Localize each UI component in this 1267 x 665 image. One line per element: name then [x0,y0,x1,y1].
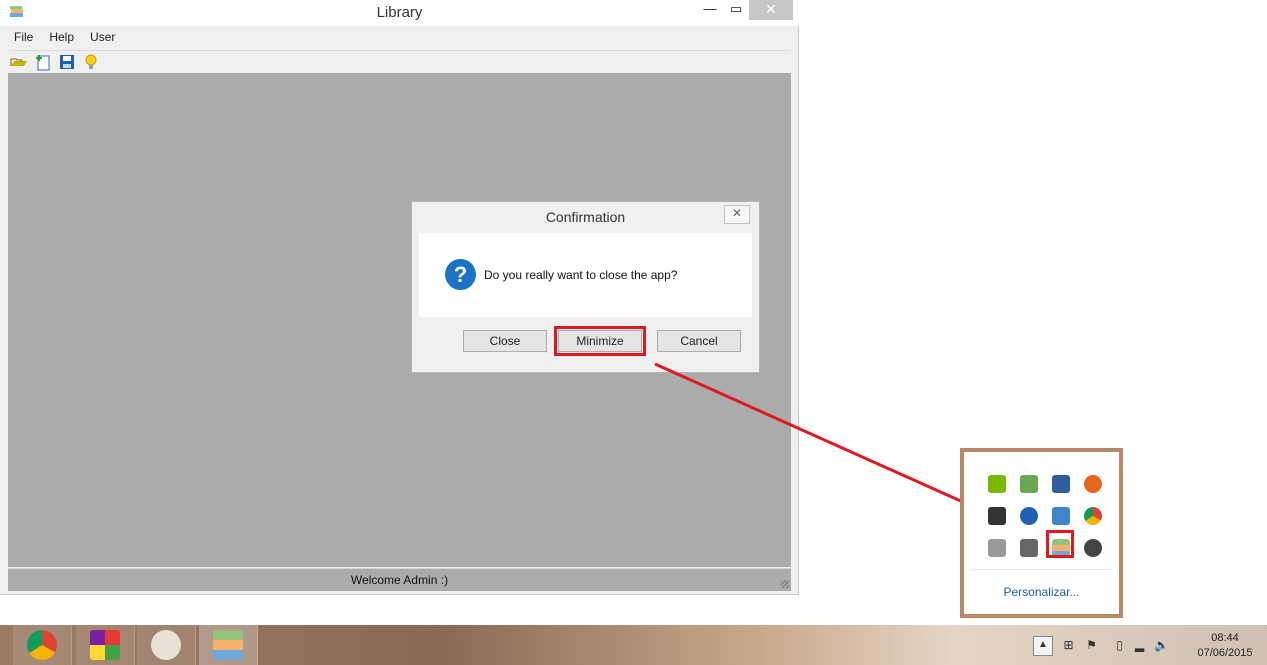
avast-icon[interactable] [1052,475,1070,493]
taskbar-paint[interactable] [137,625,196,665]
save-disk-icon[interactable] [58,53,76,71]
clock-date: 07/06/2015 [1197,647,1253,659]
question-icon: ? [445,259,476,290]
close-button[interactable]: Close [463,330,547,352]
cancel-button[interactable]: Cancel [657,330,741,352]
menu-bar: File Help User [6,28,123,46]
menu-file[interactable]: File [6,28,41,46]
download-icon[interactable] [988,539,1006,557]
system-tray: ▲ ⊞ ⚑ ▯ ▂ 🔈 08:44 07/06/2015 [1030,625,1267,665]
tray-expand-button[interactable]: ▲ [1033,636,1053,656]
close-window-button[interactable]: ✕ [749,0,793,20]
office-icon[interactable] [1084,475,1102,493]
open-folder-icon[interactable] [10,53,28,71]
taskbar: ▲ ⊞ ⚑ ▯ ▂ 🔈 08:44 07/06/2015 [0,625,1267,665]
bluetooth-icon[interactable] [1020,507,1038,525]
status-bar: Welcome Admin :) [8,568,791,591]
battery-icon[interactable]: ▯ [1112,638,1127,653]
paint-icon [151,630,181,660]
title-bar[interactable]: Library — ▭ ✕ [0,0,799,26]
status-text: Welcome Admin :) [350,573,449,587]
battery-check-icon[interactable] [1020,475,1038,493]
tray-icon-grid [978,470,1112,570]
lightbulb-icon[interactable] [82,53,100,71]
network-icon[interactable] [1052,507,1070,525]
highlight-box [1046,530,1074,558]
creative-cloud-icon[interactable] [1084,539,1102,557]
action-center-flag-icon[interactable]: ⚑ [1084,638,1099,653]
chrome-icon[interactable] [1084,507,1102,525]
dialog-close-button[interactable]: ✕ [724,205,750,224]
minimize-button[interactable]: Minimize [554,326,646,356]
wifi-signal-icon[interactable]: ▂ [1132,638,1147,653]
nvidia-icon[interactable] [988,475,1006,493]
cart-icon[interactable] [1020,539,1038,557]
tray-overflow-popup: Personalizar... [960,448,1123,618]
dialog-message: Do you really want to close the app? [484,268,678,282]
resize-grip[interactable] [781,580,789,588]
menu-user[interactable]: User [82,28,123,46]
minimize-window-button[interactable]: — [697,0,723,20]
taskbar-chrome[interactable] [13,625,72,665]
clock[interactable]: 08:44 07/06/2015 [1185,631,1265,661]
usb-icon[interactable] [988,507,1006,525]
new-document-icon[interactable] [34,53,52,71]
library-app-icon [213,630,243,660]
window-title: Library [376,4,423,21]
confirmation-dialog: Confirmation ✕ ? Do you really want to c… [411,201,760,373]
windows-icon[interactable]: ⊞ [1061,638,1076,653]
volume-icon[interactable]: 🔈 [1154,638,1169,653]
menu-help[interactable]: Help [41,28,82,46]
dialog-title: Confirmation [545,209,626,225]
tray-divider [970,569,1113,570]
toolbar [10,50,790,73]
maximize-window-button[interactable]: ▭ [723,0,749,20]
taskbar-library[interactable] [199,625,258,665]
windows-app-icon [90,630,120,660]
customize-link[interactable]: Personalizar... [964,585,1119,599]
chrome-icon [27,630,57,660]
taskbar-windows-app[interactable] [76,625,135,665]
clock-time: 08:44 [1211,632,1239,644]
dialog-body: ? Do you really want to close the app? [419,233,752,317]
